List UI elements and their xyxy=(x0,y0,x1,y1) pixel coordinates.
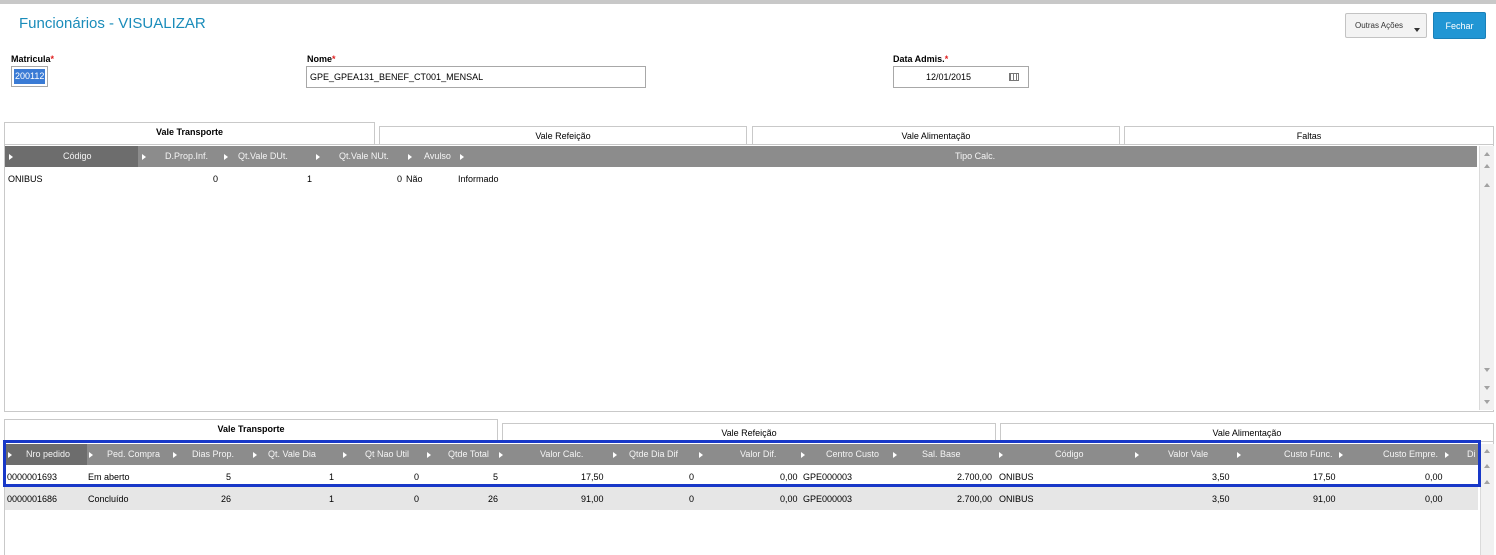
scroll-up-icon[interactable] xyxy=(1484,480,1490,484)
outras-acoes-button[interactable]: Outras Ações xyxy=(1345,13,1427,38)
scroll-up-icon[interactable] xyxy=(1484,152,1490,156)
cell-valor-dif: 0,00 xyxy=(780,494,798,504)
col-header-tipo-calc[interactable]: Tipo Calc. xyxy=(460,146,1477,167)
col-header-qt-vale-nut[interactable]: Qt.Vale NUt. xyxy=(316,146,406,167)
matricula-field[interactable]: 200112 xyxy=(11,66,48,87)
cell-dias-prop: 26 xyxy=(221,494,232,504)
scroll-up-icon[interactable] xyxy=(1484,464,1490,468)
top-grid-panel xyxy=(4,144,1494,412)
cell-nro-pedido: 0000001686 xyxy=(7,494,58,504)
fechar-button[interactable]: Fechar xyxy=(1433,12,1486,39)
nome-label: Nome* xyxy=(307,54,336,64)
scroll-down-icon[interactable] xyxy=(1484,386,1490,390)
cell-valor-vale: 3,50 xyxy=(1212,494,1230,504)
calendar-icon[interactable] xyxy=(1009,73,1019,81)
scroll-down-icon[interactable] xyxy=(1484,368,1490,372)
cell-qtde-dia-dif: 0 xyxy=(689,494,695,504)
chevron-down-icon xyxy=(1414,28,1420,32)
cell-tipo-calc: Informado xyxy=(458,174,499,184)
col-header-qt-vale-dut[interactable]: Qt.Vale DUt. xyxy=(224,146,314,167)
top-grid-scrollbar[interactable] xyxy=(1479,146,1494,410)
tab-vale-transporte[interactable]: Vale Transporte xyxy=(4,122,375,145)
data-admis-field[interactable]: 12/01/2015 xyxy=(893,66,1029,88)
cell-valor-calc: 91,00 xyxy=(581,494,604,504)
nome-field[interactable]: GPE_GPEA131_BENEF_CT001_MENSAL xyxy=(306,66,646,88)
col-header-avulso[interactable]: Avulso xyxy=(408,146,458,167)
tab-faltas[interactable]: Faltas xyxy=(1124,126,1494,145)
cell-sal-base: 2.700,00 xyxy=(957,494,993,504)
cell-avulso: Não xyxy=(406,174,423,184)
cell-qt-nao-util: 0 xyxy=(414,494,420,504)
cell-dprop: 0 xyxy=(213,174,219,184)
cell-centro-custo: GPE000003 xyxy=(803,494,853,504)
cell-qt-vale-dia: 1 xyxy=(329,494,335,504)
page-title: Funcionários - VISUALIZAR xyxy=(19,15,206,32)
tab-bottom-vale-transporte[interactable]: Vale Transporte xyxy=(4,419,498,442)
scroll-down-icon[interactable] xyxy=(1484,400,1490,404)
cell-codigo: ONIBUS xyxy=(8,174,43,184)
cell-codigo: ONIBUS xyxy=(999,494,1034,504)
cell-custo-empre: 0,00 xyxy=(1425,494,1443,504)
bottom-grid-scrollbar[interactable] xyxy=(1480,444,1494,555)
top-bar xyxy=(0,0,1496,4)
scroll-up-icon[interactable] xyxy=(1484,449,1490,453)
scroll-up-icon[interactable] xyxy=(1484,164,1490,168)
cell-qtde-total: 26 xyxy=(488,494,499,504)
cell-qt-vale-dut: 1 xyxy=(307,174,313,184)
selection-highlight xyxy=(3,440,1481,487)
top-grid-header: Código D.Prop.Inf. Qt.Vale DUt. Qt.Vale … xyxy=(5,146,1477,167)
col-header-dprop[interactable]: D.Prop.Inf. xyxy=(142,146,222,167)
matricula-value: 200112 xyxy=(14,69,45,84)
col-header-codigo[interactable]: Código xyxy=(5,146,138,167)
tab-vale-refeicao[interactable]: Vale Refeição xyxy=(379,126,747,145)
scroll-up-icon[interactable] xyxy=(1484,183,1490,187)
cell-custo-func: 91,00 xyxy=(1313,494,1336,504)
matricula-label: Matricula* xyxy=(11,54,55,64)
outras-acoes-label: Outras Ações xyxy=(1355,21,1404,30)
cell-ped-compra: Concluído xyxy=(88,494,129,504)
data-admis-label: Data Admis.* xyxy=(893,54,949,64)
cell-qt-vale-nut: 0 xyxy=(397,174,403,184)
tab-vale-alimentacao[interactable]: Vale Alimentação xyxy=(752,126,1120,145)
